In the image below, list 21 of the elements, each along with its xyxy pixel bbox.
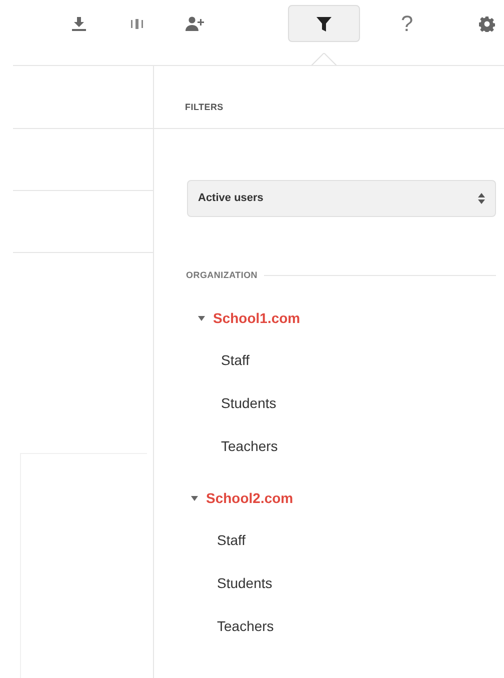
- columns-icon: [130, 16, 144, 30]
- sort-arrows-icon: [478, 193, 485, 204]
- organization-tree-item[interactable]: School1.com: [198, 298, 504, 338]
- add-user-icon: [185, 16, 205, 32]
- organization-heading: ORGANIZATION: [186, 269, 258, 282]
- organization-tree-item[interactable]: Students: [217, 562, 272, 604]
- organization-tree-item[interactable]: Staff: [221, 338, 250, 382]
- organization-tree-item[interactable]: Teachers: [221, 424, 278, 468]
- filter-icon: [316, 16, 332, 32]
- settings-icon: [479, 16, 495, 32]
- caret-down-icon: [198, 316, 205, 321]
- help-button[interactable]: ?: [390, 5, 424, 42]
- caret-down-icon: [191, 496, 198, 501]
- organization-tree-item[interactable]: Students: [221, 382, 276, 424]
- filter-button[interactable]: [288, 5, 360, 42]
- organization-tree-item[interactable]: Staff: [217, 518, 246, 562]
- status-select[interactable]: Active users: [187, 180, 496, 217]
- download-icon: [71, 16, 87, 32]
- organization-tree-item[interactable]: School2.com: [191, 478, 504, 518]
- organization-tree-item[interactable]: Teachers: [217, 604, 274, 648]
- filters-heading: FILTERS: [185, 102, 224, 112]
